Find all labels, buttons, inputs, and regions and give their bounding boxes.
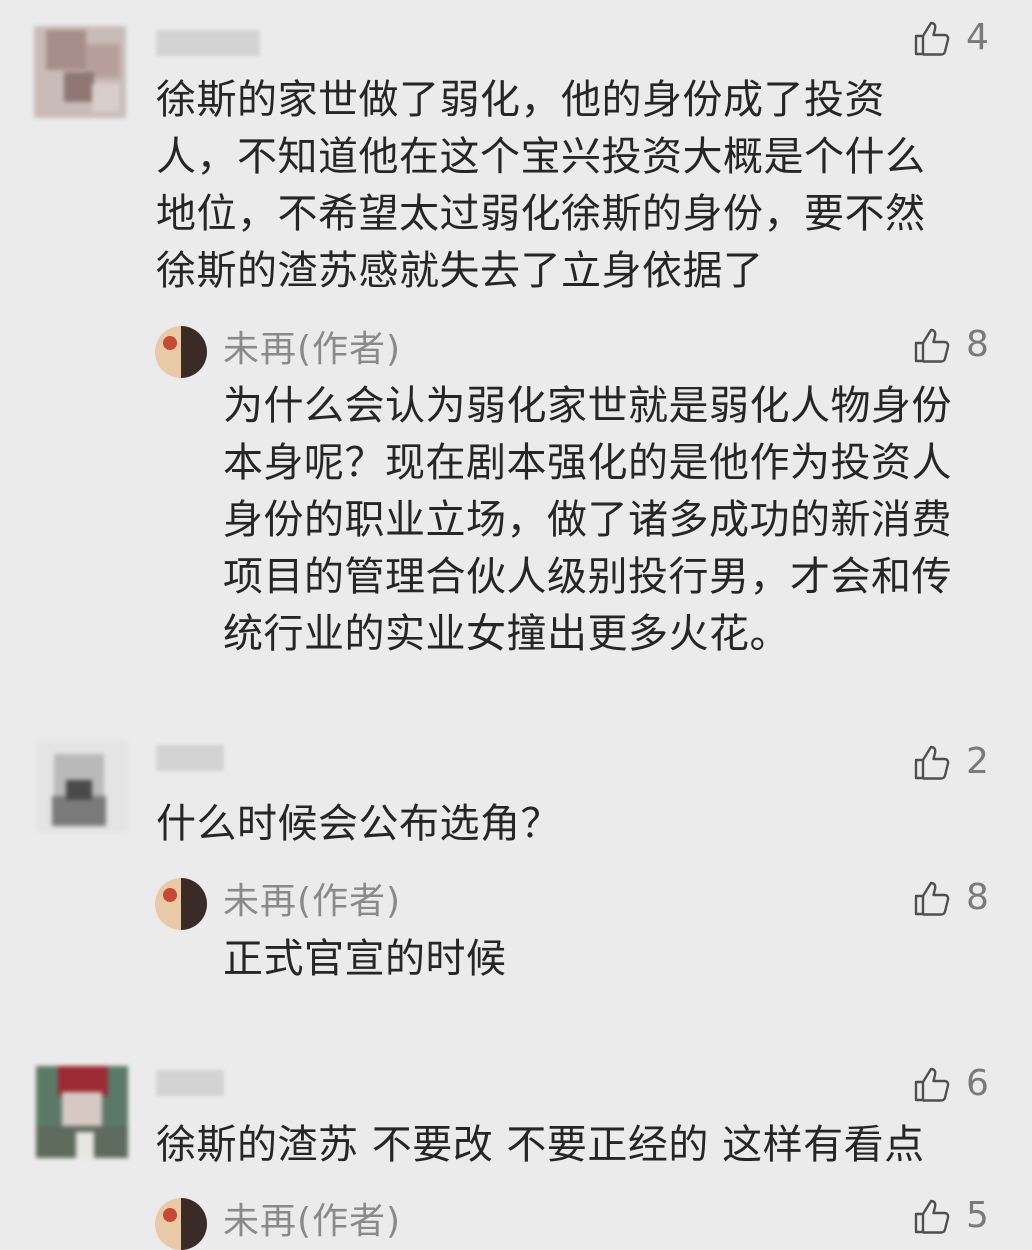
thumbs-up-icon xyxy=(914,745,950,780)
like-button[interactable]: 5 xyxy=(912,1196,989,1236)
comment-text: 什么时候会公布选角？ xyxy=(156,801,561,847)
user-avatar[interactable] xyxy=(36,740,128,832)
author-name[interactable]: 未再(作者) xyxy=(223,1200,401,1244)
like-count: 6 xyxy=(966,1063,989,1104)
like-count: 2 xyxy=(966,741,989,782)
author-avatar[interactable] xyxy=(155,878,207,930)
user-name[interactable] xyxy=(156,745,224,771)
comment-text: 徐斯的家世做了弱化，他的身份成了投资 人，不知道他在这个宝兴投资大概是个什么 地… xyxy=(156,77,926,294)
user-name[interactable] xyxy=(156,1070,224,1096)
thumbs-up-icon xyxy=(914,1067,950,1102)
like-button[interactable]: 6 xyxy=(912,1064,989,1104)
like-count: 4 xyxy=(966,17,989,58)
user-avatar[interactable] xyxy=(36,1066,128,1158)
reply-text: 为什么会认为弱化家世就是弱化人物身份 本身呢？现在剧本强化的是他作为投资人 身份… xyxy=(223,383,952,657)
user-name[interactable] xyxy=(156,30,260,56)
like-button[interactable]: 8 xyxy=(912,878,989,918)
reply-text: 正式官宣的时候 xyxy=(223,936,507,982)
like-count: 8 xyxy=(966,877,989,918)
like-count: 5 xyxy=(966,1195,989,1236)
author-avatar[interactable] xyxy=(155,1198,207,1250)
like-button[interactable]: 4 xyxy=(912,18,989,58)
thumbs-up-icon xyxy=(914,328,950,363)
like-button[interactable]: 2 xyxy=(912,742,989,782)
like-button[interactable]: 8 xyxy=(912,325,989,365)
thumbs-up-icon xyxy=(914,1199,950,1234)
user-avatar[interactable] xyxy=(34,26,126,118)
author-avatar[interactable] xyxy=(155,326,207,378)
author-name[interactable]: 未再(作者) xyxy=(223,880,401,924)
comment-text: 徐斯的渣苏 不要改 不要正经的 这样有看点 xyxy=(156,1122,925,1168)
like-count: 8 xyxy=(966,324,989,365)
author-name[interactable]: 未再(作者) xyxy=(223,328,401,372)
thumbs-up-icon xyxy=(914,21,950,56)
thumbs-up-icon xyxy=(914,881,950,916)
